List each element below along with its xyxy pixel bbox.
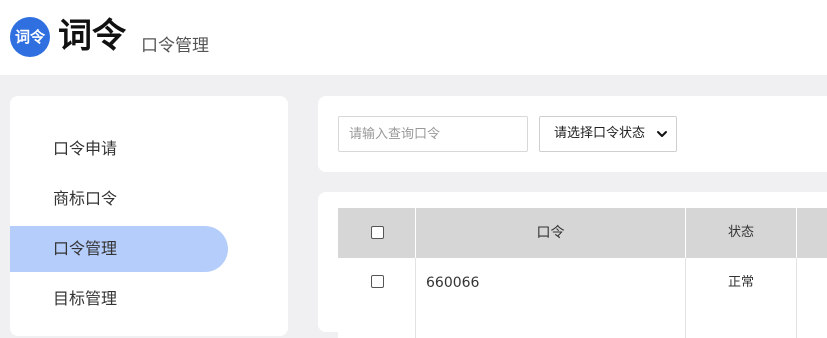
- sidebar-item-label: 商标口令: [53, 189, 118, 208]
- sidebar: 口令申请 商标口令 口令管理 目标管理: [10, 96, 288, 336]
- app-title: 词令: [58, 16, 126, 56]
- status-select[interactable]: 请选择口令状态: [539, 116, 677, 152]
- sidebar-item-password-apply[interactable]: 口令申请: [10, 126, 228, 172]
- table-row: [338, 308, 827, 338]
- table-row: 660066 正常: [338, 258, 827, 309]
- sidebar-item-password-management[interactable]: 口令管理: [10, 226, 228, 272]
- column-header-status: 状态: [727, 225, 754, 240]
- sidebar-item-label: 口令管理: [53, 239, 118, 258]
- table-header: 口令 状态: [338, 208, 827, 258]
- sidebar-item-target-management[interactable]: 目标管理: [10, 276, 228, 322]
- app-header: 词令 词令 口令管理: [0, 0, 827, 75]
- select-all-checkbox[interactable]: [371, 226, 384, 239]
- sidebar-item-label: 目标管理: [53, 289, 118, 308]
- status-select-value: 请选择口令状态: [554, 126, 646, 141]
- app-logo: 词令: [10, 17, 50, 57]
- chevron-down-icon: [657, 131, 667, 137]
- page-subtitle: 口令管理: [141, 36, 209, 56]
- sidebar-item-trademark-password[interactable]: 商标口令: [10, 176, 228, 222]
- sidebar-item-label: 口令申请: [53, 139, 118, 158]
- password-table: 口令 状态 660066 正常: [318, 192, 827, 338]
- search-input[interactable]: [338, 116, 528, 152]
- row-checkbox[interactable]: [371, 275, 384, 288]
- row-status: 正常: [727, 275, 754, 290]
- filter-panel: 请选择口令状态: [318, 96, 827, 172]
- column-header-code: 口令: [536, 225, 565, 241]
- row-code: 660066: [426, 275, 480, 291]
